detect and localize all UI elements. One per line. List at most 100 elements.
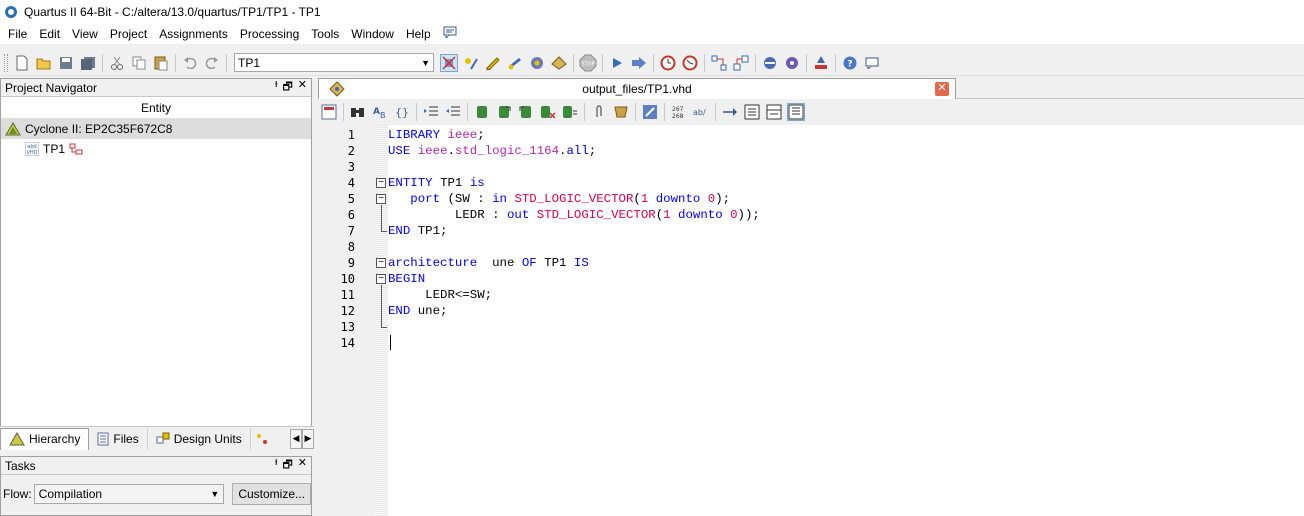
find-replace-icon[interactable]: AB	[371, 103, 389, 121]
menu-help[interactable]: Help	[400, 24, 437, 44]
indent-icon[interactable]	[422, 103, 440, 121]
menu-processing[interactable]: Processing	[234, 24, 305, 44]
design-partition-icon[interactable]	[550, 54, 568, 72]
bookmark-clear-icon[interactable]	[539, 103, 557, 121]
tab-scroll-right-icon[interactable]: ▶	[302, 428, 314, 449]
chip-planner-icon[interactable]	[440, 53, 458, 72]
menu-project[interactable]: Project	[104, 24, 153, 44]
chat-icon[interactable]	[863, 54, 881, 72]
title-bar: Quartus II 64-Bit - C:/altera/13.0/quart…	[0, 0, 1304, 24]
tab-design-units[interactable]: Design Units	[148, 427, 251, 450]
bookmark-prev-icon[interactable]	[517, 103, 535, 121]
pencil-icon[interactable]	[484, 54, 502, 72]
save-all-icon[interactable]	[79, 54, 97, 72]
arrow-right-icon[interactable]	[721, 103, 739, 121]
flow-select[interactable]: Compilation ▼	[33, 484, 225, 504]
customize-button[interactable]: Customize...	[232, 483, 311, 505]
insert-template-icon[interactable]	[612, 103, 630, 121]
menu-assignments[interactable]: Assignments	[153, 24, 234, 44]
toolbar-separator	[467, 103, 468, 121]
bookmark-list-icon[interactable]	[561, 103, 579, 121]
fold-toggle-icon[interactable]: −	[376, 274, 386, 284]
attach-icon[interactable]	[590, 103, 608, 121]
netlist-viewer-icon[interactable]	[710, 54, 728, 72]
menu-file[interactable]: File	[2, 24, 33, 44]
pin-planner-icon[interactable]	[462, 54, 480, 72]
entity-column-header[interactable]: Entity	[1, 97, 311, 119]
paste-icon[interactable]	[152, 54, 170, 72]
new-file-icon[interactable]	[13, 54, 31, 72]
code-line[interactable]: USE ieee.std_logic_1164.all;	[388, 143, 596, 159]
assignment-editor-icon[interactable]	[506, 54, 524, 72]
device-label: Cyclone II: EP2C35F672C8	[25, 122, 173, 136]
code-token: STD_LOGIC_VECTOR	[514, 192, 634, 206]
tab-hierarchy[interactable]: Hierarchy	[0, 427, 90, 450]
editor-tab-tp1-vhd[interactable]: output_files/TP1.vhd ✕	[318, 78, 956, 99]
cut-icon[interactable]	[108, 54, 126, 72]
code-editor[interactable]: 1 2 3 4 5 6 7 8 9 10 11 12 13 14 − − − − LIBRARY ieee…	[318, 125, 1304, 516]
project-combo[interactable]: TP1 ▼	[234, 53, 434, 72]
restore-icon[interactable]: 🗗	[282, 78, 292, 97]
code-line[interactable]: END TP1;	[388, 223, 448, 239]
menu-tools[interactable]: Tools	[305, 24, 345, 44]
device-tree-item[interactable]: Cyclone II: EP2C35F672C8	[1, 119, 311, 139]
code-line[interactable]: LEDR : out STD_LOGIC_VECTOR(1 downto 0))…	[388, 207, 760, 223]
editor-options-icon[interactable]	[320, 103, 338, 121]
toolbar-grip[interactable]	[4, 53, 8, 72]
code-line[interactable]: LIBRARY ieee;	[388, 127, 485, 143]
code-line[interactable]: BEGIN	[388, 271, 425, 287]
code-line[interactable]: ENTITY TP1 is	[388, 175, 485, 191]
help-chat-icon[interactable]	[437, 24, 463, 44]
timing-analyzer-icon[interactable]	[659, 54, 677, 72]
fold-toggle-icon[interactable]: −	[376, 194, 386, 204]
save-icon[interactable]	[57, 54, 75, 72]
code-area[interactable]: LIBRARY ieee; USE ieee.std_logic_1164.all…	[388, 125, 1304, 516]
outline-icon[interactable]	[743, 103, 761, 121]
tab-files[interactable]: Files	[89, 427, 148, 450]
help-icon[interactable]: ?	[841, 54, 859, 72]
start-compilation-icon[interactable]	[608, 54, 626, 72]
full-view-icon[interactable]	[787, 103, 805, 121]
timequest-icon[interactable]	[681, 54, 699, 72]
close-icon[interactable]: ✕	[298, 456, 307, 475]
find-icon[interactable]	[349, 103, 367, 121]
fold-toggle-icon[interactable]: −	[376, 258, 386, 268]
tab-scroll-left-icon[interactable]: ◀	[290, 428, 302, 449]
case-convert-icon[interactable]: ab/	[692, 103, 710, 121]
pin-icon[interactable]: ᵻ	[275, 78, 277, 97]
chip-editor-icon[interactable]	[783, 54, 801, 72]
toolbar-separator	[343, 103, 344, 121]
close-tab-icon[interactable]: ✕	[935, 82, 949, 96]
fold-toggle-icon[interactable]: −	[376, 178, 386, 188]
stop-icon[interactable]: STOP	[579, 54, 597, 72]
pin-icon[interactable]: ᵻ	[275, 456, 277, 475]
code-line[interactable]: port (SW : in STD_LOGIC_VECTOR(1 downto …	[388, 191, 730, 207]
menu-window[interactable]: Window	[345, 24, 400, 44]
bookmark-icon[interactable]	[473, 103, 491, 121]
line-numbers-icon[interactable]: 267 268	[670, 103, 688, 121]
entity-tree-item[interactable]: abd VHD TP1	[1, 139, 311, 159]
open-folder-icon[interactable]	[35, 54, 53, 72]
restore-icon[interactable]: 🗗	[282, 456, 292, 475]
tab-overflow[interactable]	[251, 428, 273, 450]
bookmark-next-icon[interactable]	[495, 103, 513, 121]
code-line[interactable]: LEDR<=SW;	[388, 287, 492, 303]
unindent-icon[interactable]	[444, 103, 462, 121]
close-icon[interactable]: ✕	[298, 78, 307, 97]
rtl-viewer-icon[interactable]	[732, 54, 750, 72]
code-token: LIBRARY	[388, 128, 448, 142]
signaltap-icon[interactable]	[812, 54, 830, 72]
code-line[interactable]: END une;	[388, 303, 448, 319]
goto-line-icon[interactable]: {}	[393, 103, 411, 121]
undo-icon[interactable]	[181, 54, 199, 72]
code-line[interactable]: architecture une OF TP1 IS	[388, 255, 589, 271]
settings-icon[interactable]	[528, 54, 546, 72]
menu-edit[interactable]: Edit	[33, 24, 66, 44]
copy-icon[interactable]	[130, 54, 148, 72]
analysis-synthesis-icon[interactable]	[630, 54, 648, 72]
programmer-icon[interactable]	[761, 54, 779, 72]
split-view-icon[interactable]	[765, 103, 783, 121]
redo-icon[interactable]	[203, 54, 221, 72]
comment-icon[interactable]	[641, 103, 659, 121]
menu-view[interactable]: View	[66, 24, 104, 44]
